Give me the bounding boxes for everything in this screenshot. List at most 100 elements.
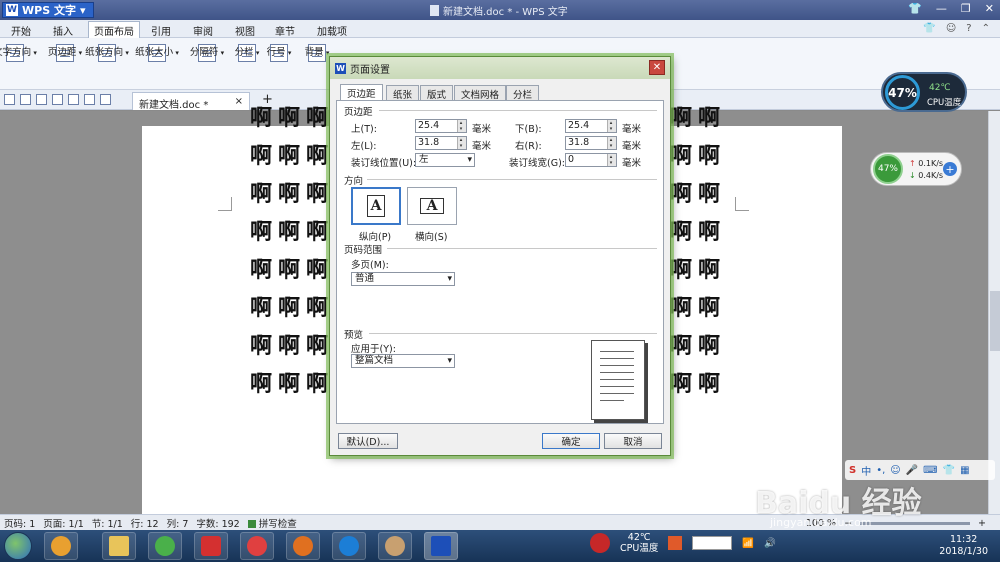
ime-punct-icon[interactable]: •, [876, 465, 885, 476]
tab-reference[interactable]: 引用 [146, 22, 176, 39]
taskbar-wps[interactable] [424, 532, 458, 560]
apply-to-label: 应用于(Y): [351, 344, 396, 355]
background-button[interactable]: 背景 [305, 44, 326, 62]
line-numbers-label: 行号 [267, 44, 292, 58]
left-margin-unit[interactable]: 毫米 [472, 138, 491, 152]
scrollbar-thumb[interactable] [990, 291, 1000, 351]
help-icon[interactable]: ? [966, 23, 971, 34]
taskbar-firefox[interactable] [286, 532, 320, 560]
print-preview-icon[interactable] [68, 94, 79, 105]
document-tab[interactable]: 新建文档.doc * × [132, 92, 250, 111]
collapse-icon[interactable]: ⌃ [982, 23, 990, 34]
user-icon[interactable]: ☺ [946, 23, 956, 34]
breaks-button[interactable]: 分隔符 [190, 44, 218, 62]
gutter-position-select[interactable]: 左 [415, 153, 475, 167]
portrait-option[interactable]: A [351, 187, 401, 225]
tab-view[interactable]: 视图 [230, 22, 260, 39]
left-margin-input[interactable]: 31.8 [415, 136, 467, 150]
print-icon[interactable] [52, 94, 63, 105]
skin-icon[interactable]: 👕 [908, 2, 922, 15]
taskbar-app-5[interactable] [240, 532, 274, 560]
taskbar-app-4[interactable] [194, 532, 228, 560]
speedup-button[interactable]: + [943, 162, 957, 176]
zoom-slider[interactable] [860, 522, 971, 525]
ime-skin-icon[interactable]: 👕 [943, 465, 955, 476]
maximize-button[interactable]: ❐ [961, 2, 971, 15]
taskbar-app-7[interactable] [332, 532, 366, 560]
redo-icon[interactable] [100, 94, 111, 105]
start-button[interactable] [4, 532, 32, 560]
apply-to-select[interactable]: 整篇文档 [351, 354, 455, 368]
tab-insert[interactable]: 插入 [48, 22, 78, 39]
ime-chinese-icon[interactable]: 中 [861, 463, 871, 478]
volume-icon[interactable]: 🔊 [764, 538, 776, 549]
ok-button[interactable]: 确定 [542, 433, 600, 449]
taskbar-app-3[interactable] [148, 532, 182, 560]
gutter-width-unit[interactable]: 毫米 [622, 155, 641, 169]
network-monitor-widget[interactable]: 47% ↑ 0.1K/s ↓ 0.4K/s + [870, 152, 962, 186]
bottom-margin-input[interactable]: 25.4 [565, 119, 617, 133]
ime-voice-icon[interactable]: 🎤 [906, 465, 918, 476]
paper-size-button[interactable]: 纸张大小 [135, 44, 173, 62]
tab-chapter[interactable]: 章节 [270, 22, 300, 39]
top-margin-input[interactable]: 25.4 [415, 119, 467, 133]
tab-columns[interactable]: 分栏 [506, 85, 540, 101]
spell-check[interactable]: 拼写检查 [247, 516, 297, 530]
right-margin-input[interactable]: 31.8 [565, 136, 617, 150]
ime-keyboard-icon[interactable]: ⌨ [923, 465, 937, 476]
tab-addins[interactable]: 加载项 [312, 22, 352, 39]
network-icon[interactable]: 📶 [742, 538, 754, 549]
close-tab-icon[interactable]: × [235, 96, 243, 107]
dialog-close-button[interactable]: ✕ [649, 60, 665, 75]
gutter-width-input[interactable]: 0 [565, 153, 617, 167]
ime-indicator[interactable] [692, 536, 733, 550]
download-speed: ↓ 0.4K/s [909, 171, 943, 180]
text-direction-button[interactable]: 文字方向 [0, 44, 31, 62]
close-button[interactable]: ✕ [985, 2, 994, 15]
orientation-button[interactable]: 纸张方向 [85, 44, 123, 62]
bottom-margin-unit[interactable]: 毫米 [622, 121, 641, 135]
margins-button[interactable]: 页边距 [48, 44, 76, 62]
ime-grid-icon[interactable]: ▦ [960, 465, 969, 476]
minimize-button[interactable]: — [936, 2, 947, 15]
vertical-scrollbar[interactable] [988, 111, 1000, 514]
tab-page-layout[interactable]: 页面布局 [88, 21, 140, 38]
baidu-watermark-url: jingyan.baidu.com [770, 516, 872, 529]
top-margin-unit[interactable]: 毫米 [472, 121, 491, 135]
tab-paper[interactable]: 纸张 [386, 85, 420, 101]
preview-line [600, 386, 634, 387]
tray-cpu[interactable]: 42℃ CPU温度 [620, 532, 658, 554]
ime-logo-icon[interactable]: S [849, 465, 856, 476]
zoom-in-button[interactable]: + [978, 518, 986, 529]
cpu-monitor-widget[interactable]: 47% 42℃ CPU温度 [881, 72, 967, 112]
gutter-position-label: 装订线位置(U): [351, 158, 417, 169]
default-button[interactable]: 默认(D)... [338, 433, 398, 449]
ime-emoji-icon[interactable]: ☺ [890, 465, 900, 476]
undo-icon[interactable] [84, 94, 95, 105]
clock[interactable]: 11:32 2018/1/30 [939, 534, 988, 558]
export-pdf-icon[interactable] [36, 94, 47, 105]
save-icon[interactable] [20, 94, 31, 105]
tray-app-icon[interactable] [668, 536, 683, 550]
tab-review[interactable]: 审阅 [188, 22, 218, 39]
landscape-option[interactable]: A [407, 187, 457, 225]
tab-layout[interactable]: 版式 [420, 85, 454, 101]
security-icon[interactable] [590, 533, 610, 553]
shirt-icon[interactable]: 👕 [923, 23, 935, 34]
right-margin-unit[interactable]: 毫米 [622, 138, 641, 152]
dialog-title-bar[interactable]: W 页面设置 [330, 57, 670, 79]
taskbar-app-1[interactable] [44, 532, 78, 560]
taskbar-file-explorer[interactable] [102, 532, 136, 560]
cancel-button[interactable]: 取消 [604, 433, 662, 449]
app-menu-button[interactable]: W WPS 文字 ▾ [2, 2, 95, 18]
status-words[interactable]: 字数: 192 [196, 516, 239, 530]
columns-button[interactable]: 分栏 [235, 44, 256, 62]
tab-margins[interactable]: 页边距 [340, 84, 383, 101]
line-numbers-button[interactable]: 行号 [267, 44, 288, 62]
tab-start[interactable]: 开始 [6, 22, 36, 39]
multiple-pages-select[interactable]: 普通 [351, 272, 455, 286]
tab-document-grid[interactable]: 文档网格 [454, 85, 507, 101]
columns-label: 分栏 [235, 44, 260, 58]
open-icon[interactable] [4, 94, 15, 105]
taskbar-paint[interactable] [378, 532, 412, 560]
